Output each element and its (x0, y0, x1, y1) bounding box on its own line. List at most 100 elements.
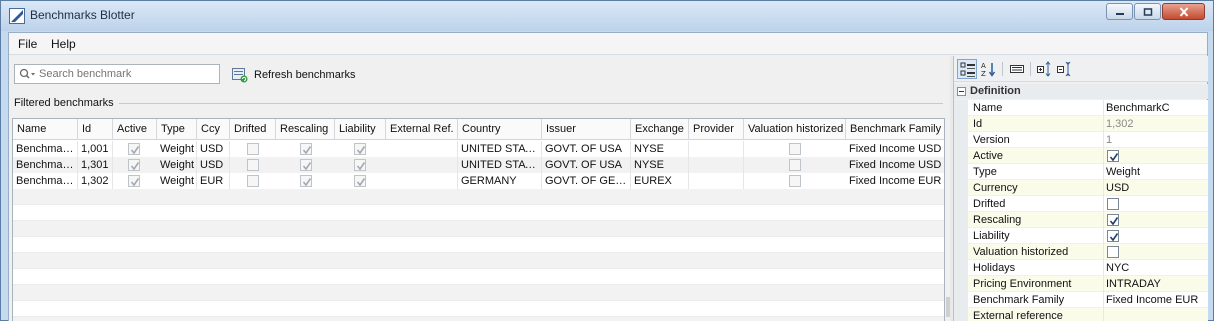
checkbox-valuation-historized[interactable] (789, 143, 801, 155)
row-gutter (954, 196, 968, 212)
window-title: Benchmarks Blotter (30, 8, 135, 22)
property-value[interactable]: 1,302 (1106, 116, 1206, 132)
property-checkbox[interactable] (1107, 230, 1119, 242)
cell-name: BenchmarkA (13, 141, 78, 157)
property-value[interactable]: INTRADAY (1106, 276, 1206, 292)
refresh-icon (232, 67, 248, 82)
property-row-valuation-historized[interactable]: Valuation historized (954, 244, 1208, 260)
property-checkbox[interactable] (1107, 246, 1119, 258)
property-value[interactable]: Weight (1106, 164, 1206, 180)
splitter-handle[interactable] (946, 297, 950, 317)
categorized-button[interactable] (957, 59, 977, 79)
column-header-name[interactable]: Name (13, 119, 78, 140)
property-value[interactable]: BenchmarkC (1106, 100, 1206, 116)
property-row-benchmark-family[interactable]: Benchmark Family Fixed Income EUR (954, 292, 1208, 308)
cell-type: Weight (157, 173, 197, 189)
checkbox-liability[interactable] (354, 143, 366, 155)
checkbox-drifted[interactable] (247, 143, 259, 155)
property-row-external-reference[interactable]: External reference (954, 308, 1208, 321)
property-name: Name (973, 102, 1003, 114)
property-row-version[interactable]: Version 1 (954, 132, 1208, 148)
empty-row (13, 269, 944, 285)
category-definition[interactable]: Definition (954, 84, 1208, 99)
property-checkbox[interactable] (1107, 214, 1119, 226)
checkbox-valuation-historized[interactable] (789, 159, 801, 171)
property-row-drifted[interactable]: Drifted (954, 196, 1208, 212)
table-row[interactable]: BenchmarkA 1,001 Weight USD UNITED STATE… (13, 141, 944, 157)
checkmark-icon (130, 178, 140, 187)
search-box[interactable] (14, 64, 220, 84)
cell-benchmark-family: Fixed Income USD (846, 141, 944, 157)
title-bar[interactable]: Benchmarks Blotter (1, 1, 1213, 31)
collapse-icon[interactable] (957, 87, 966, 96)
property-value[interactable]: USD (1106, 180, 1206, 196)
property-value[interactable] (1106, 308, 1206, 321)
benchmarks-table[interactable]: Name Id Active Type Ccy Drifted Rescalin… (12, 118, 945, 321)
menu-file[interactable]: File (18, 37, 37, 51)
expand-all-button[interactable] (1035, 59, 1055, 79)
property-value[interactable]: Fixed Income EUR (1106, 292, 1206, 308)
cell-provider (689, 141, 744, 157)
checkbox-drifted[interactable] (247, 175, 259, 187)
checkbox-drifted[interactable] (247, 159, 259, 171)
alphabetical-button[interactable]: A Z (979, 59, 999, 79)
refresh-button[interactable]: Refresh benchmarks (232, 66, 356, 84)
property-name: Active (973, 150, 1003, 162)
property-row-liability[interactable]: Liability (954, 228, 1208, 244)
row-gutter (954, 292, 968, 308)
column-header-liability[interactable]: Liability (335, 119, 386, 140)
column-header-drifted[interactable]: Drifted (230, 119, 276, 140)
property-row-active[interactable]: Active (954, 148, 1208, 164)
row-gutter (954, 132, 968, 148)
column-header-valuation-historized[interactable]: Valuation historized (744, 119, 846, 140)
maximize-button[interactable] (1134, 3, 1161, 20)
table-row[interactable]: BenchmarkC 1,302 Weight EUR GERMANY GOVT… (13, 173, 944, 189)
column-header-type[interactable]: Type (157, 119, 197, 140)
checkbox-valuation-historized[interactable] (789, 175, 801, 187)
column-header-id[interactable]: Id (78, 119, 113, 140)
column-header-active[interactable]: Active (113, 119, 157, 140)
column-header-country[interactable]: Country (458, 119, 542, 140)
collapse-all-button[interactable] (1055, 59, 1075, 79)
property-value[interactable]: 1 (1106, 132, 1206, 148)
close-button[interactable] (1162, 3, 1205, 20)
checkbox-liability[interactable] (354, 175, 366, 187)
menu-bar: File Help (9, 33, 1207, 55)
checkbox-liability[interactable] (354, 159, 366, 171)
property-row-rescaling[interactable]: Rescaling (954, 212, 1208, 228)
cell-provider (689, 157, 744, 173)
property-checkbox[interactable] (1107, 198, 1119, 210)
property-row-id[interactable]: Id 1,302 (954, 116, 1208, 132)
checkbox-active[interactable] (128, 175, 140, 187)
column-header-rescaling[interactable]: Rescaling (276, 119, 335, 140)
property-pages-button[interactable] (1007, 59, 1027, 79)
property-row-currency[interactable]: Currency USD (954, 180, 1208, 196)
property-row-type[interactable]: Type Weight (954, 164, 1208, 180)
checkbox-active[interactable] (128, 159, 140, 171)
property-row-pricing-environment[interactable]: Pricing Environment INTRADAY (954, 276, 1208, 292)
checkbox-rescaling[interactable] (300, 175, 312, 187)
cell-id: 1,001 (78, 141, 113, 157)
minimize-button[interactable] (1106, 3, 1133, 20)
property-checkbox[interactable] (1107, 150, 1119, 162)
svg-text:A: A (981, 62, 986, 70)
empty-row (13, 189, 944, 205)
property-row-holidays[interactable]: Holidays NYC (954, 260, 1208, 276)
table-row[interactable]: BenchmarkB 1,301 Weight USD UNITED STATE… (13, 157, 944, 173)
column-header-issuer[interactable]: Issuer (542, 119, 631, 140)
menu-help[interactable]: Help (51, 37, 76, 51)
checkbox-rescaling[interactable] (300, 143, 312, 155)
checkbox-rescaling[interactable] (300, 159, 312, 171)
app-window: Benchmarks Blotter File Help Search benc… (0, 0, 1214, 321)
search-input[interactable] (39, 67, 215, 81)
column-header-external-ref[interactable]: External Ref. (386, 119, 458, 140)
property-value[interactable]: NYC (1106, 260, 1206, 276)
column-header-benchmark-family[interactable]: Benchmark Family (846, 119, 944, 140)
property-row-name[interactable]: Name BenchmarkC (954, 100, 1208, 116)
column-header-provider[interactable]: Provider (689, 119, 744, 140)
property-column-divider[interactable] (1103, 100, 1104, 321)
row-gutter (954, 228, 968, 244)
column-header-ccy[interactable]: Ccy (197, 119, 230, 140)
column-header-exchange[interactable]: Exchange (631, 119, 689, 140)
checkbox-active[interactable] (128, 143, 140, 155)
